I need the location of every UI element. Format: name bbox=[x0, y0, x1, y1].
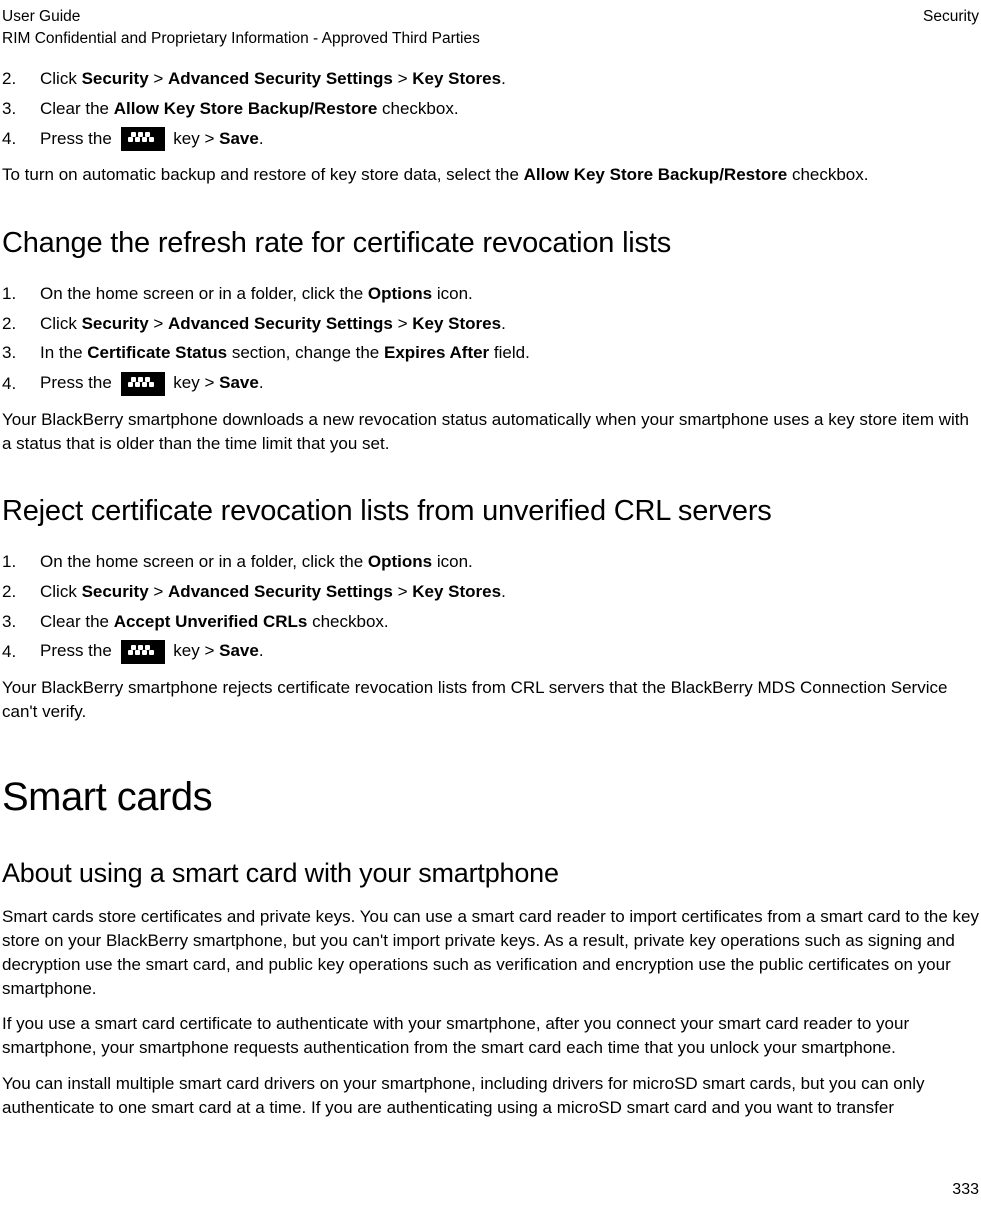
step-number: 4. bbox=[2, 640, 40, 664]
step-list-crl-refresh: 1. On the home screen or in a folder, cl… bbox=[2, 282, 979, 396]
step-item: 3. Clear the Accept Unverified CRLs chec… bbox=[2, 610, 979, 634]
header-section: Security bbox=[923, 6, 979, 49]
section-heading: Reject certificate revocation lists from… bbox=[2, 491, 979, 532]
note-text: Your BlackBerry smartphone rejects certi… bbox=[2, 676, 979, 724]
step-number: 1. bbox=[2, 550, 40, 574]
step-number: 2. bbox=[2, 580, 40, 604]
note-text: Your BlackBerry smartphone downloads a n… bbox=[2, 408, 979, 456]
step-text: Press the key > Save. bbox=[40, 639, 979, 664]
header-subtitle: RIM Confidential and Proprietary Informa… bbox=[2, 28, 480, 50]
menu-key-icon bbox=[121, 127, 165, 151]
step-text: On the home screen or in a folder, click… bbox=[40, 282, 979, 306]
step-item: 3. Clear the Allow Key Store Backup/Rest… bbox=[2, 97, 979, 121]
step-item: 3. In the Certificate Status section, ch… bbox=[2, 341, 979, 365]
step-item: 1. On the home screen or in a folder, cl… bbox=[2, 282, 979, 306]
header-left: User Guide RIM Confidential and Propriet… bbox=[2, 6, 480, 49]
step-item: 2. Click Security > Advanced Security Se… bbox=[2, 580, 979, 604]
step-number: 2. bbox=[2, 312, 40, 336]
header-title: User Guide bbox=[2, 6, 480, 28]
body-paragraph: You can install multiple smart card driv… bbox=[2, 1072, 979, 1120]
step-number: 1. bbox=[2, 282, 40, 306]
step-text: Clear the Allow Key Store Backup/Restore… bbox=[40, 97, 979, 121]
step-number: 2. bbox=[2, 67, 40, 91]
step-item: 4. Press the key > Save. bbox=[2, 127, 979, 152]
page-header: User Guide RIM Confidential and Propriet… bbox=[0, 0, 981, 49]
menu-key-icon bbox=[121, 372, 165, 396]
page-number: 333 bbox=[952, 1179, 979, 1201]
page-content: 2. Click Security > Advanced Security Se… bbox=[0, 49, 981, 1119]
note-text: To turn on automatic backup and restore … bbox=[2, 163, 979, 187]
step-text: Click Security > Advanced Security Setti… bbox=[40, 67, 979, 91]
step-item: 4. Press the key > Save. bbox=[2, 639, 979, 664]
section-heading: About using a smart card with your smart… bbox=[2, 855, 979, 893]
step-number: 3. bbox=[2, 97, 40, 121]
body-paragraph: If you use a smart card certificate to a… bbox=[2, 1012, 979, 1060]
step-item: 4. Press the key > Save. bbox=[2, 371, 979, 396]
body-paragraph: Smart cards store certificates and priva… bbox=[2, 905, 979, 1000]
step-item: 2. Click Security > Advanced Security Se… bbox=[2, 312, 979, 336]
step-item: 2. Click Security > Advanced Security Se… bbox=[2, 67, 979, 91]
step-list-crl-reject: 1. On the home screen or in a folder, cl… bbox=[2, 550, 979, 664]
step-item: 1. On the home screen or in a folder, cl… bbox=[2, 550, 979, 574]
step-text: In the Certificate Status section, chang… bbox=[40, 341, 979, 365]
step-text: Click Security > Advanced Security Setti… bbox=[40, 312, 979, 336]
step-text: Press the key > Save. bbox=[40, 127, 979, 152]
step-text: Click Security > Advanced Security Setti… bbox=[40, 580, 979, 604]
step-number: 4. bbox=[2, 372, 40, 396]
section-heading: Change the refresh rate for certificate … bbox=[2, 223, 979, 264]
step-number: 4. bbox=[2, 127, 40, 151]
step-number: 3. bbox=[2, 610, 40, 634]
menu-key-icon bbox=[121, 640, 165, 664]
chapter-heading: Smart cards bbox=[2, 769, 979, 825]
step-text: On the home screen or in a folder, click… bbox=[40, 550, 979, 574]
step-text: Clear the Accept Unverified CRLs checkbo… bbox=[40, 610, 979, 634]
step-list-top: 2. Click Security > Advanced Security Se… bbox=[2, 67, 979, 151]
step-text: Press the key > Save. bbox=[40, 371, 979, 396]
step-number: 3. bbox=[2, 341, 40, 365]
